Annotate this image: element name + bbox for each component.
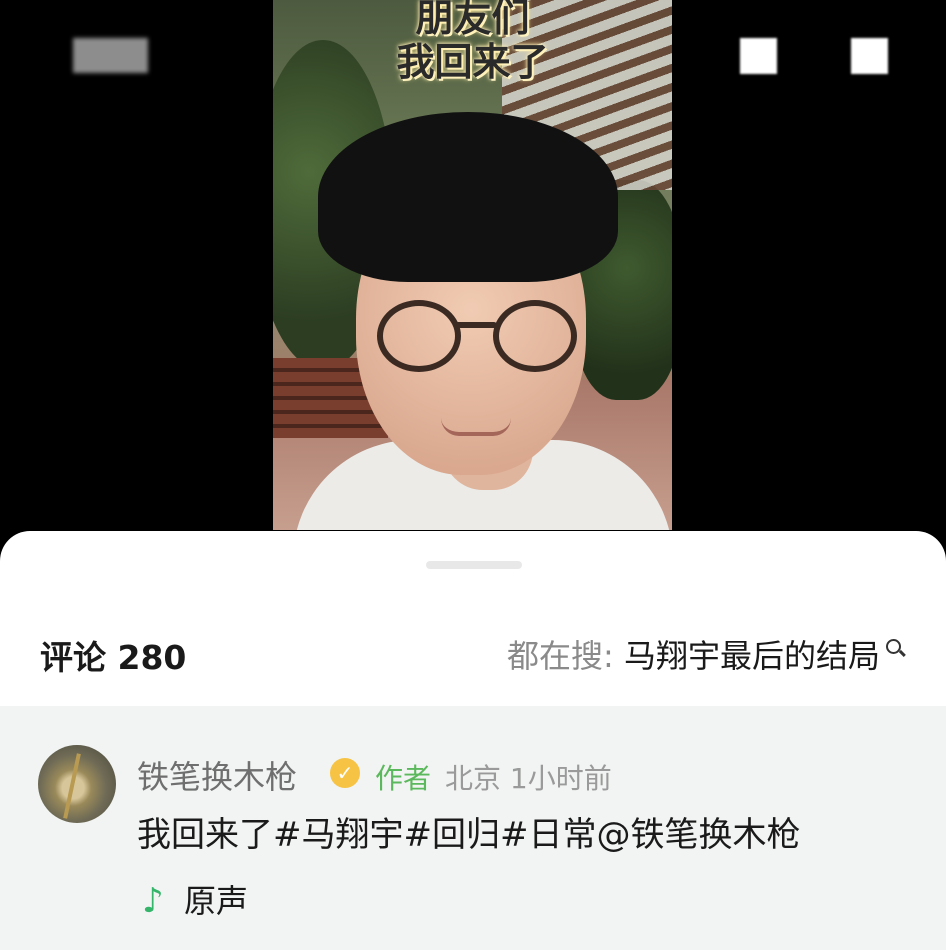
trending-search-term[interactable]: 马翔宇最后的结局	[624, 637, 880, 675]
video-frame[interactable]: 朋友们 我回来了	[273, 0, 672, 530]
sheet-drag-handle[interactable]	[426, 561, 522, 569]
person-hair	[318, 112, 618, 282]
comment-count: 评论 280	[40, 638, 187, 677]
author-tag: 作者	[375, 762, 432, 795]
comment-meta: 北京 1小时前	[445, 762, 612, 795]
video-caption-line2: 我回来了	[396, 40, 549, 84]
comment-item: 铁笔换木枪 ✓ 作者 北京 1小时前 我回来了#马翔宇#回归#日常@铁笔换木枪 …	[0, 706, 946, 950]
person-mouth	[441, 418, 511, 436]
music-note-icon: ♪	[142, 881, 164, 921]
trending-search[interactable]: 都在搜: 马翔宇最后的结局	[507, 631, 906, 677]
video-area[interactable]: 朋友们 我回来了	[0, 0, 946, 560]
blurred-icon-topleft	[73, 38, 148, 73]
glasses-left-lens	[377, 300, 461, 372]
comment-text[interactable]: 我回来了#马翔宇#回归#日常@铁笔换木枪	[137, 807, 800, 856]
search-icon[interactable]	[884, 637, 906, 659]
blurred-icon-topright-2	[851, 38, 888, 74]
comment-username[interactable]: 铁笔换木枪	[137, 752, 297, 798]
comment-sheet: 评论 280 都在搜: 马翔宇最后的结局 铁笔换木枪 ✓ 作者 北京 1小时前 …	[0, 531, 946, 950]
video-caption-line1: 朋友们	[415, 0, 530, 40]
music-label[interactable]: 原声	[184, 881, 248, 921]
verified-badge-icon: ✓	[330, 758, 360, 788]
video-caption: 朋友们 我回来了	[396, 0, 548, 84]
glasses-bridge	[455, 322, 497, 328]
glasses-right-lens	[493, 300, 577, 372]
blurred-icon-topright-1	[740, 38, 777, 74]
avatar[interactable]	[38, 745, 116, 823]
trending-search-prefix: 都在搜:	[507, 637, 624, 675]
